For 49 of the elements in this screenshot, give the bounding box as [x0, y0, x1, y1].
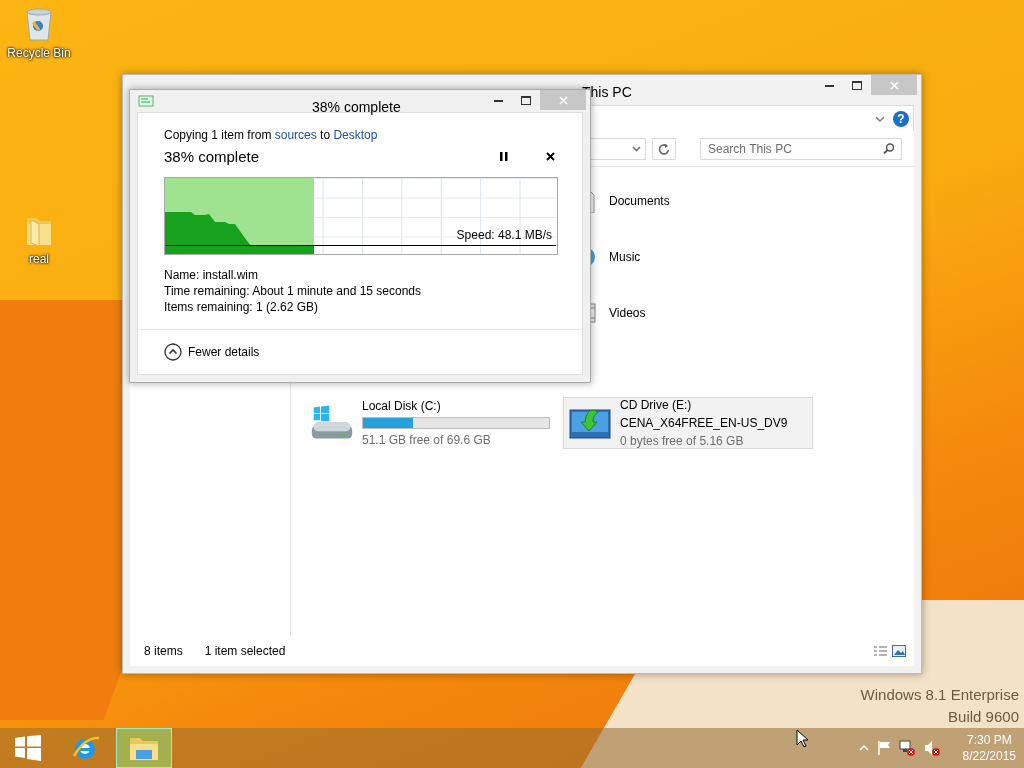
- flag-icon[interactable]: [876, 740, 891, 756]
- edition-text: Build 9600: [947, 706, 1019, 727]
- free-space-text: 51.1 GB free of 69.6 GB: [362, 432, 492, 449]
- search-icon: [883, 142, 894, 155]
- copy-icon: [138, 92, 154, 109]
- folder-label[interactable]: Videos: [609, 304, 646, 322]
- drive-name: CD Drive (E:): [620, 397, 693, 414]
- dialog-title: 38% complete: [312, 98, 401, 117]
- folder-label[interactable]: Documents: [609, 192, 670, 210]
- item-count: 8 items: [144, 643, 183, 660]
- fewer-details-button[interactable]: Fewer details: [164, 342, 260, 362]
- detail-line: Items remaining: 1 (2.62 GB): [164, 299, 320, 315]
- edition-text: Windows 8.1 Enterprise: [860, 685, 1019, 705]
- detail-line: Time remaining: About 1 minute and 15 seconds: [164, 283, 423, 299]
- icon-label: real: [29, 251, 49, 268]
- hard-disk-icon: [310, 404, 354, 442]
- source-link[interactable]: sources: [274, 127, 317, 142]
- large-icons-view-icon[interactable]: [892, 645, 906, 657]
- folder-label[interactable]: Music: [609, 248, 641, 266]
- refresh-button[interactable]: [652, 137, 676, 160]
- windows-logo-icon: [15, 735, 41, 761]
- speed-reading: Speed: 48.1 MB/s: [456, 227, 552, 244]
- drive-item[interactable]: Local Disk (C:) 51.1 GB free of 69.6 GB: [305, 397, 555, 449]
- drive-name: Local Disk (C:): [362, 398, 442, 415]
- volume-label: CENA_X64FREE_EN-US_DV9: [620, 415, 788, 432]
- destination-link[interactable]: Desktop: [333, 127, 378, 142]
- refresh-icon: [658, 142, 670, 155]
- close-icon: [558, 95, 568, 105]
- chevron-up-icon[interactable]: [858, 744, 869, 752]
- maximize-icon: [521, 95, 531, 105]
- icon-label: Recycle Bin: [7, 45, 71, 62]
- selection-count: 1 item selected: [204, 643, 286, 660]
- collapse-icon: [164, 343, 182, 361]
- browser-icon: [71, 734, 101, 762]
- close-icon: [545, 152, 555, 162]
- pause-icon: [500, 152, 508, 162]
- help-button[interactable]: ?: [893, 110, 909, 127]
- drive-item[interactable]: CD Drive (E:) CENA_X64FREE_EN-US_DV9 0 bytes free of 5.16 GB: [563, 397, 813, 449]
- network-error-icon[interactable]: [898, 739, 916, 757]
- chevron-down-icon[interactable]: [875, 114, 885, 123]
- copy-description: Copying 1 item from sources to Desktop: [164, 126, 379, 144]
- speaker-muted-icon[interactable]: [923, 739, 941, 757]
- free-space-text: 0 bytes free of 5.16 GB: [620, 433, 745, 450]
- detail-line: Name: install.wim: [164, 267, 260, 283]
- cursor-icon: [796, 729, 810, 749]
- close-icon: [889, 80, 899, 90]
- search-field[interactable]: Search This PC: [700, 137, 902, 160]
- maximize-icon: [852, 80, 862, 90]
- progress-heading: 38% complete: [164, 146, 260, 167]
